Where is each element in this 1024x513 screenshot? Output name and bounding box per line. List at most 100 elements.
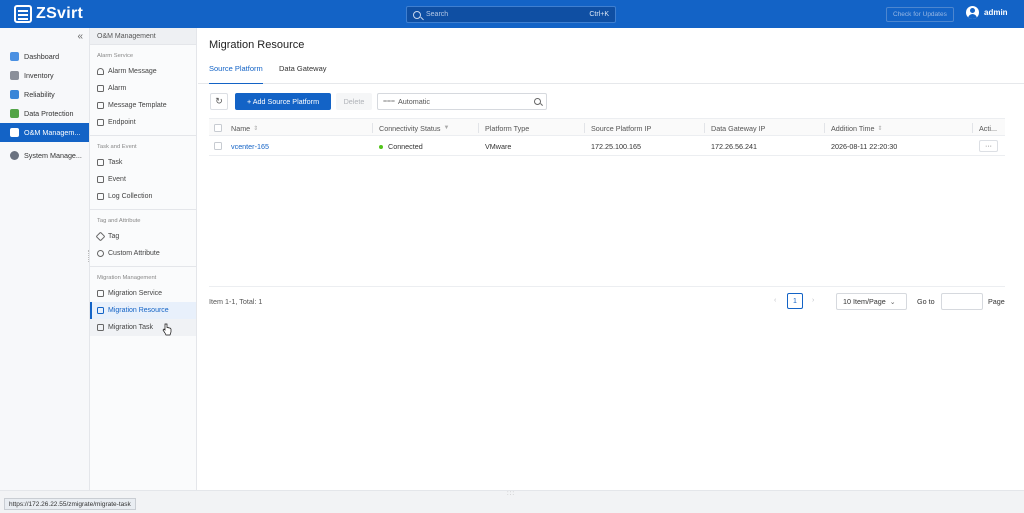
reliability-icon bbox=[10, 90, 19, 99]
filter-value: Automatic bbox=[397, 97, 430, 106]
status-dot-icon bbox=[379, 144, 383, 149]
migration-task-icon bbox=[97, 324, 104, 331]
nav-item-label: Event bbox=[108, 176, 126, 183]
primary-sidebar: « Dashboard Inventory Reliability Data P… bbox=[0, 28, 90, 490]
delete-button[interactable]: Delete bbox=[336, 93, 372, 110]
nav-item-alarm[interactable]: Alarm bbox=[90, 80, 196, 97]
check-updates-button[interactable]: Check for Updates bbox=[886, 7, 954, 22]
avatar-icon bbox=[966, 6, 979, 19]
previous-page-button[interactable]: ‹ bbox=[774, 297, 776, 304]
nav-item-label: Log Collection bbox=[108, 193, 153, 200]
event-icon bbox=[97, 176, 104, 183]
sidebar-item-data-protection[interactable]: Data Protection bbox=[0, 104, 89, 123]
tag-icon bbox=[95, 231, 106, 242]
goto-page-input[interactable] bbox=[941, 293, 983, 310]
nav-item-label: Task bbox=[108, 159, 123, 166]
nav-item-event[interactable]: Event bbox=[90, 171, 196, 188]
global-search-input[interactable]: Search Ctrl+K bbox=[406, 6, 616, 23]
nav-group-title: Task and Event bbox=[97, 144, 137, 150]
bell-icon bbox=[97, 68, 104, 75]
gear-icon bbox=[97, 250, 104, 257]
main-content: Migration Resource Source Platform Data … bbox=[198, 28, 1024, 490]
nav-item-tag[interactable]: Tag bbox=[90, 228, 196, 245]
nav-item-log-collection[interactable]: Log Collection bbox=[90, 188, 196, 205]
bottom-bar: ::: https://172.26.22.55/zmigrate/migrat… bbox=[0, 490, 1024, 513]
app-name: ZSvirt bbox=[36, 5, 84, 22]
search-icon[interactable] bbox=[534, 98, 541, 105]
column-header-source-platform-ip: Source Platform IP bbox=[584, 119, 651, 137]
app-logo[interactable]: ZSvirt bbox=[14, 5, 83, 23]
data-protection-icon bbox=[10, 109, 19, 118]
page-number-current[interactable]: 1 bbox=[787, 293, 803, 309]
select-all-checkbox[interactable] bbox=[214, 124, 222, 132]
table-row[interactable]: vcenter-165 Connected VMware 172.25.100.… bbox=[209, 137, 1005, 156]
om-management-icon bbox=[10, 128, 19, 137]
panel-resize-handle[interactable]: ::: bbox=[507, 491, 515, 497]
nav-item-migration-task[interactable]: Migration Task bbox=[90, 319, 196, 336]
status-url-tooltip: https://172.26.22.55/zmigrate/migrate-ta… bbox=[4, 498, 136, 510]
sort-icon: ⇕ bbox=[253, 125, 259, 132]
add-source-platform-button[interactable]: + Add Source Platform bbox=[235, 93, 331, 110]
sidebar-item-label: Inventory bbox=[24, 71, 54, 80]
secondary-sidebar: O&M Management Alarm Service Alarm Messa… bbox=[90, 28, 197, 490]
column-header-platform-type: Platform Type bbox=[478, 119, 530, 137]
user-name: admin bbox=[984, 8, 1008, 17]
status-text: Connected bbox=[388, 142, 423, 151]
collapse-sidebar-icon[interactable]: « bbox=[77, 31, 83, 42]
nav-item-label: Message Template bbox=[108, 102, 167, 109]
column-label: Data Gateway IP bbox=[711, 123, 766, 133]
search-placeholder: Search bbox=[426, 11, 449, 18]
document-icon bbox=[97, 102, 104, 109]
nav-item-custom-attribute[interactable]: Custom Attribute bbox=[90, 245, 196, 262]
filter-icon: ▼ bbox=[443, 125, 450, 131]
sidebar-item-system-management[interactable]: System Manage... bbox=[0, 146, 89, 165]
hand-cursor-icon bbox=[162, 323, 172, 336]
nav-group-title: Tag and Attribute bbox=[97, 218, 141, 224]
tab-source-platform[interactable]: Source Platform bbox=[209, 64, 263, 84]
sidebar-item-inventory[interactable]: Inventory bbox=[0, 66, 89, 85]
pagination-total: Item 1-1, Total: 1 bbox=[209, 297, 263, 306]
nav-item-endpoint[interactable]: Endpoint bbox=[90, 114, 196, 131]
next-page-button[interactable]: › bbox=[812, 297, 814, 304]
sidebar-item-dashboard[interactable]: Dashboard bbox=[0, 47, 89, 66]
column-label: Acti... bbox=[979, 123, 997, 133]
nav-item-migration-service[interactable]: Migration Service bbox=[90, 285, 196, 302]
refresh-button[interactable]: ↻ bbox=[210, 93, 228, 110]
filter-search-input[interactable]: ⩶ Automatic bbox=[377, 93, 547, 110]
column-divider bbox=[704, 123, 705, 133]
system-management-icon bbox=[10, 151, 19, 160]
sidebar-item-reliability[interactable]: Reliability bbox=[0, 85, 89, 104]
goto-label: Go to bbox=[917, 297, 935, 306]
column-label: Platform Type bbox=[485, 123, 530, 133]
inventory-icon bbox=[10, 71, 19, 80]
column-header-connectivity-status[interactable]: Connectivity Status ▼ bbox=[372, 119, 450, 137]
search-icon bbox=[413, 10, 421, 19]
pagination-divider bbox=[209, 286, 1005, 287]
more-actions-button[interactable]: ··· bbox=[979, 140, 998, 152]
page-size-select[interactable]: 10 Item/Page ⌄ bbox=[836, 293, 907, 310]
tab-data-gateway[interactable]: Data Gateway bbox=[279, 64, 327, 84]
nav-item-task[interactable]: Task bbox=[90, 154, 196, 171]
nav-item-migration-resource[interactable]: Migration Resource bbox=[90, 302, 196, 319]
sidebar-item-label: Reliability bbox=[24, 90, 55, 99]
top-bar: ZSvirt Search Ctrl+K Check for Updates a… bbox=[0, 0, 1024, 28]
nav-item-message-template[interactable]: Message Template bbox=[90, 97, 196, 114]
row-checkbox[interactable] bbox=[214, 142, 222, 150]
column-divider bbox=[584, 123, 585, 133]
secondary-sidebar-title: O&M Management bbox=[90, 28, 196, 45]
column-divider bbox=[372, 123, 373, 133]
column-divider bbox=[972, 123, 973, 133]
sort-icon: ⇕ bbox=[877, 125, 883, 132]
nav-group-title: Alarm Service bbox=[97, 53, 134, 59]
user-menu[interactable]: admin bbox=[966, 6, 1008, 19]
column-header-addition-time[interactable]: Addition Time ⇕ bbox=[824, 119, 883, 137]
platform-name-link[interactable]: vcenter-165 bbox=[231, 137, 269, 156]
column-header-data-gateway-ip: Data Gateway IP bbox=[704, 119, 766, 137]
nav-group-migration-management: Migration Management Migration Service M… bbox=[90, 267, 196, 336]
column-header-name[interactable]: Name ⇕ bbox=[231, 119, 258, 137]
nav-item-label: Custom Attribute bbox=[108, 250, 160, 257]
sidebar-item-om-management[interactable]: O&M Managem... bbox=[0, 123, 89, 142]
nav-item-label: Alarm Message bbox=[108, 68, 157, 75]
nav-item-alarm-message[interactable]: Alarm Message bbox=[90, 63, 196, 80]
tab-bar: Source Platform Data Gateway bbox=[198, 64, 1024, 84]
